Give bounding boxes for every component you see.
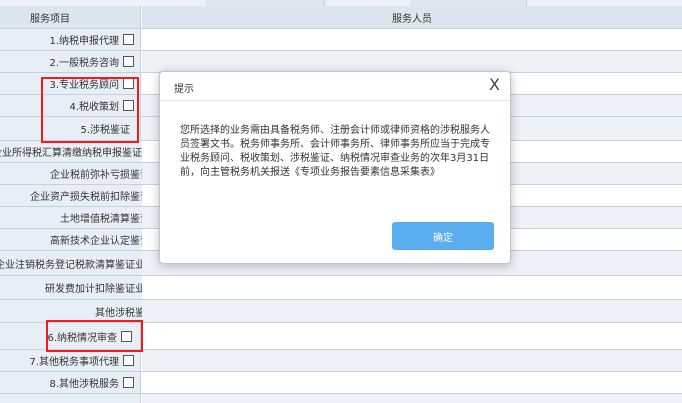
service-staff-cell [142,29,682,50]
service-staff-cell [142,394,682,403]
service-checkbox[interactable] [123,355,134,366]
close-icon[interactable]: X [489,75,500,94]
service-item-label: 企业注销税务登记税款清算鉴证业务 [0,259,155,271]
service-item-label: 研发费加计扣除鉴证业务 [45,284,155,295]
table-row: 1.纳税申报代理 [0,29,682,51]
table-row: 8.其他涉税服务 [0,372,682,394]
service-item-label: 2.一般税务咨询 [49,58,119,69]
highlight-box-consulting-planning-assurance [41,77,139,143]
table-header-row: 服务项目 服务人员 [0,6,682,29]
table-row: 研发费加计扣除鉴证业务 [0,276,682,300]
header-service-item-label: 服务项目 [30,13,70,25]
service-item-label: 7.其他税务事项代理 [29,357,119,368]
service-item-cell: 2.一般税务咨询 [0,51,141,72]
dialog-header: 提示 X [160,72,510,101]
service-staff-cell [142,323,682,349]
service-staff-cell [142,51,682,72]
service-item-label: 企业所得税汇算清缴纳税申报鉴证业务 [0,148,162,159]
service-checkbox[interactable] [123,34,134,45]
service-checkbox[interactable] [123,377,134,388]
service-staff-cell [142,276,682,299]
service-item-cell: 7.其他税务事项代理 [0,350,141,371]
service-item-label: 8.其他涉税服务 [49,379,119,390]
highlight-box-tax-review [46,320,143,352]
service-staff-cell [142,300,682,322]
confirm-button[interactable]: 确定 [392,222,494,250]
table-row [0,394,682,403]
prompt-dialog: 提示 X 您所选择的业务需由具备税务师、注册会计师或律师资格的涉税服务人员签署文… [159,71,511,264]
service-item-cell [0,394,141,403]
service-item-cell: 8.其他涉税服务 [0,372,141,393]
dialog-title: 提示 [174,84,194,95]
service-item-cell: 1.纳税申报代理 [0,29,141,50]
dialog-message: 您所选择的业务需由具备税务师、注册会计师或律师资格的涉税服务人员签署文书。税务师… [180,125,490,178]
header-service-staff-label: 服务人员 [392,13,432,25]
table-row: 7.其他税务事项代理 [0,350,682,372]
service-item-label: 1.纳税申报代理 [49,36,119,47]
service-staff-cell [142,372,682,393]
header-service-staff: 服务人员 [142,6,682,28]
table-row: 2.一般税务咨询 [0,51,682,73]
header-service-item: 服务项目 [0,6,141,28]
service-staff-cell [142,350,682,371]
service-checkbox[interactable] [123,56,134,67]
